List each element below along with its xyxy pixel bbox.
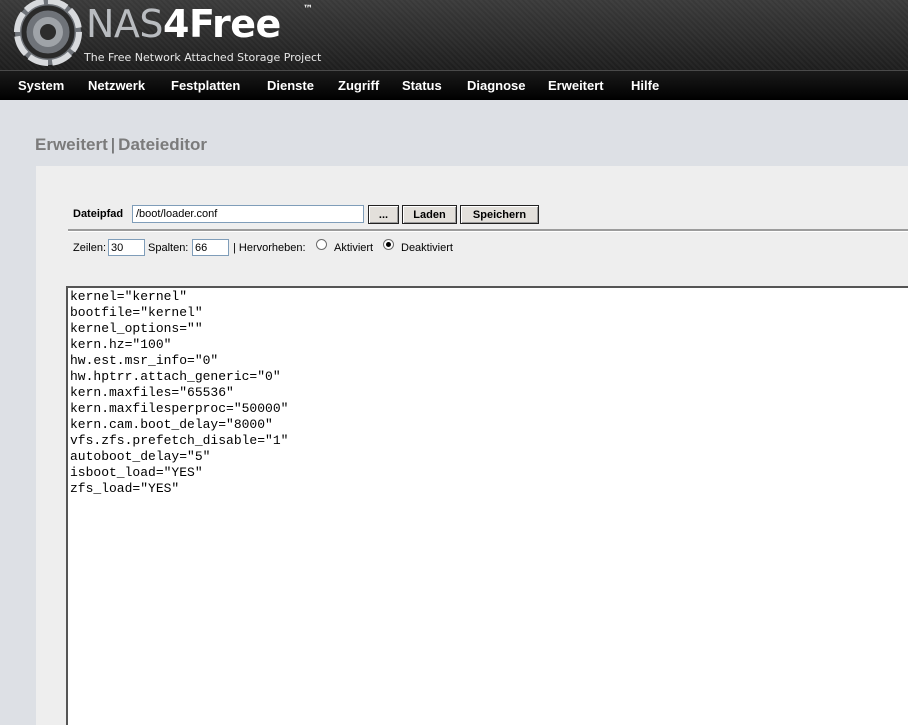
- browse-button[interactable]: ...: [368, 205, 399, 224]
- editor-line[interactable]: hw.est.msr_info="0": [70, 353, 288, 369]
- file-editor-textarea[interactable]: kernel="kernel" bootfile="kernel" kernel_o…: [66, 286, 908, 725]
- breadcrumb-separator: |: [110, 135, 116, 154]
- columns-label: Spalten:: [148, 242, 189, 254]
- highlight-label: | Hervorheben:: [233, 242, 306, 254]
- editor-line[interactable]: bootfile="kernel": [70, 305, 288, 321]
- menu-item-status[interactable]: Status: [402, 71, 442, 100]
- load-button[interactable]: Laden: [402, 205, 457, 224]
- logo-tagline: The Free Network Attached Storage Projec…: [84, 51, 322, 64]
- menu-item-hilfe[interactable]: Hilfe: [631, 71, 659, 100]
- highlight-disabled-label[interactable]: Deaktiviert: [401, 242, 453, 254]
- editor-line[interactable]: autoboot_delay="5": [70, 449, 288, 465]
- menu-item-system[interactable]: System: [18, 71, 64, 100]
- file-path-input[interactable]: [132, 205, 364, 223]
- editor-line[interactable]: kern.maxfilesperproc="50000": [70, 401, 288, 417]
- editor-line[interactable]: vfs.zfs.prefetch_disable="1": [70, 433, 288, 449]
- breadcrumb-section[interactable]: Erweitert: [35, 135, 108, 154]
- nas4free-logo-icon: [14, 0, 82, 66]
- toolbar-divider: [68, 229, 908, 232]
- editor-line[interactable]: kernel_options="": [70, 321, 288, 337]
- file-path-label: Dateipfad: [73, 208, 124, 220]
- menu-item-netzwerk[interactable]: Netzwerk: [88, 71, 145, 100]
- main-menu-bar: System Netzwerk Festplatten Dienste Zugr…: [0, 70, 908, 100]
- highlight-enabled-radio[interactable]: [316, 239, 327, 250]
- menu-item-erweitert[interactable]: Erweitert: [548, 71, 604, 100]
- menu-item-festplatten[interactable]: Festplatten: [171, 71, 240, 100]
- menu-item-dienste[interactable]: Dienste: [267, 71, 314, 100]
- editor-line[interactable]: isboot_load="YES": [70, 465, 288, 481]
- content-panel: Dateipfad ... Laden Speichern Zeilen: Sp…: [36, 166, 908, 725]
- editor-line[interactable]: kern.maxfiles="65536": [70, 385, 288, 401]
- header-banner: NAS4Free ™ The Free Network Attached Sto…: [0, 0, 908, 70]
- menu-item-diagnose[interactable]: Diagnose: [467, 71, 526, 100]
- logo-free-text: 4Free: [163, 2, 281, 46]
- editor-line[interactable]: zfs_load="YES": [70, 481, 288, 497]
- logo-nas-text: NAS: [86, 2, 164, 46]
- trademark-mark: ™: [303, 4, 313, 15]
- editor-line[interactable]: kernel="kernel": [70, 289, 288, 305]
- menu-item-zugriff[interactable]: Zugriff: [338, 71, 379, 100]
- breadcrumb-page: Dateieditor: [118, 135, 207, 154]
- rows-input[interactable]: [108, 239, 145, 256]
- page-title: Erweitert | Dateieditor: [35, 135, 207, 155]
- highlight-enabled-label[interactable]: Aktiviert: [334, 242, 373, 254]
- highlight-disabled-radio[interactable]: [383, 239, 394, 250]
- logo-wordmark: NAS4Free: [86, 0, 281, 50]
- editor-line[interactable]: hw.hptrr.attach_generic="0": [70, 369, 288, 385]
- editor-line[interactable]: kern.cam.boot_delay="8000": [70, 417, 288, 433]
- columns-input[interactable]: [192, 239, 229, 256]
- save-button[interactable]: Speichern: [460, 205, 539, 224]
- file-editor-content[interactable]: kernel="kernel" bootfile="kernel" kernel_o…: [70, 289, 288, 497]
- editor-line[interactable]: kern.hz="100": [70, 337, 288, 353]
- rows-label: Zeilen:: [73, 242, 107, 254]
